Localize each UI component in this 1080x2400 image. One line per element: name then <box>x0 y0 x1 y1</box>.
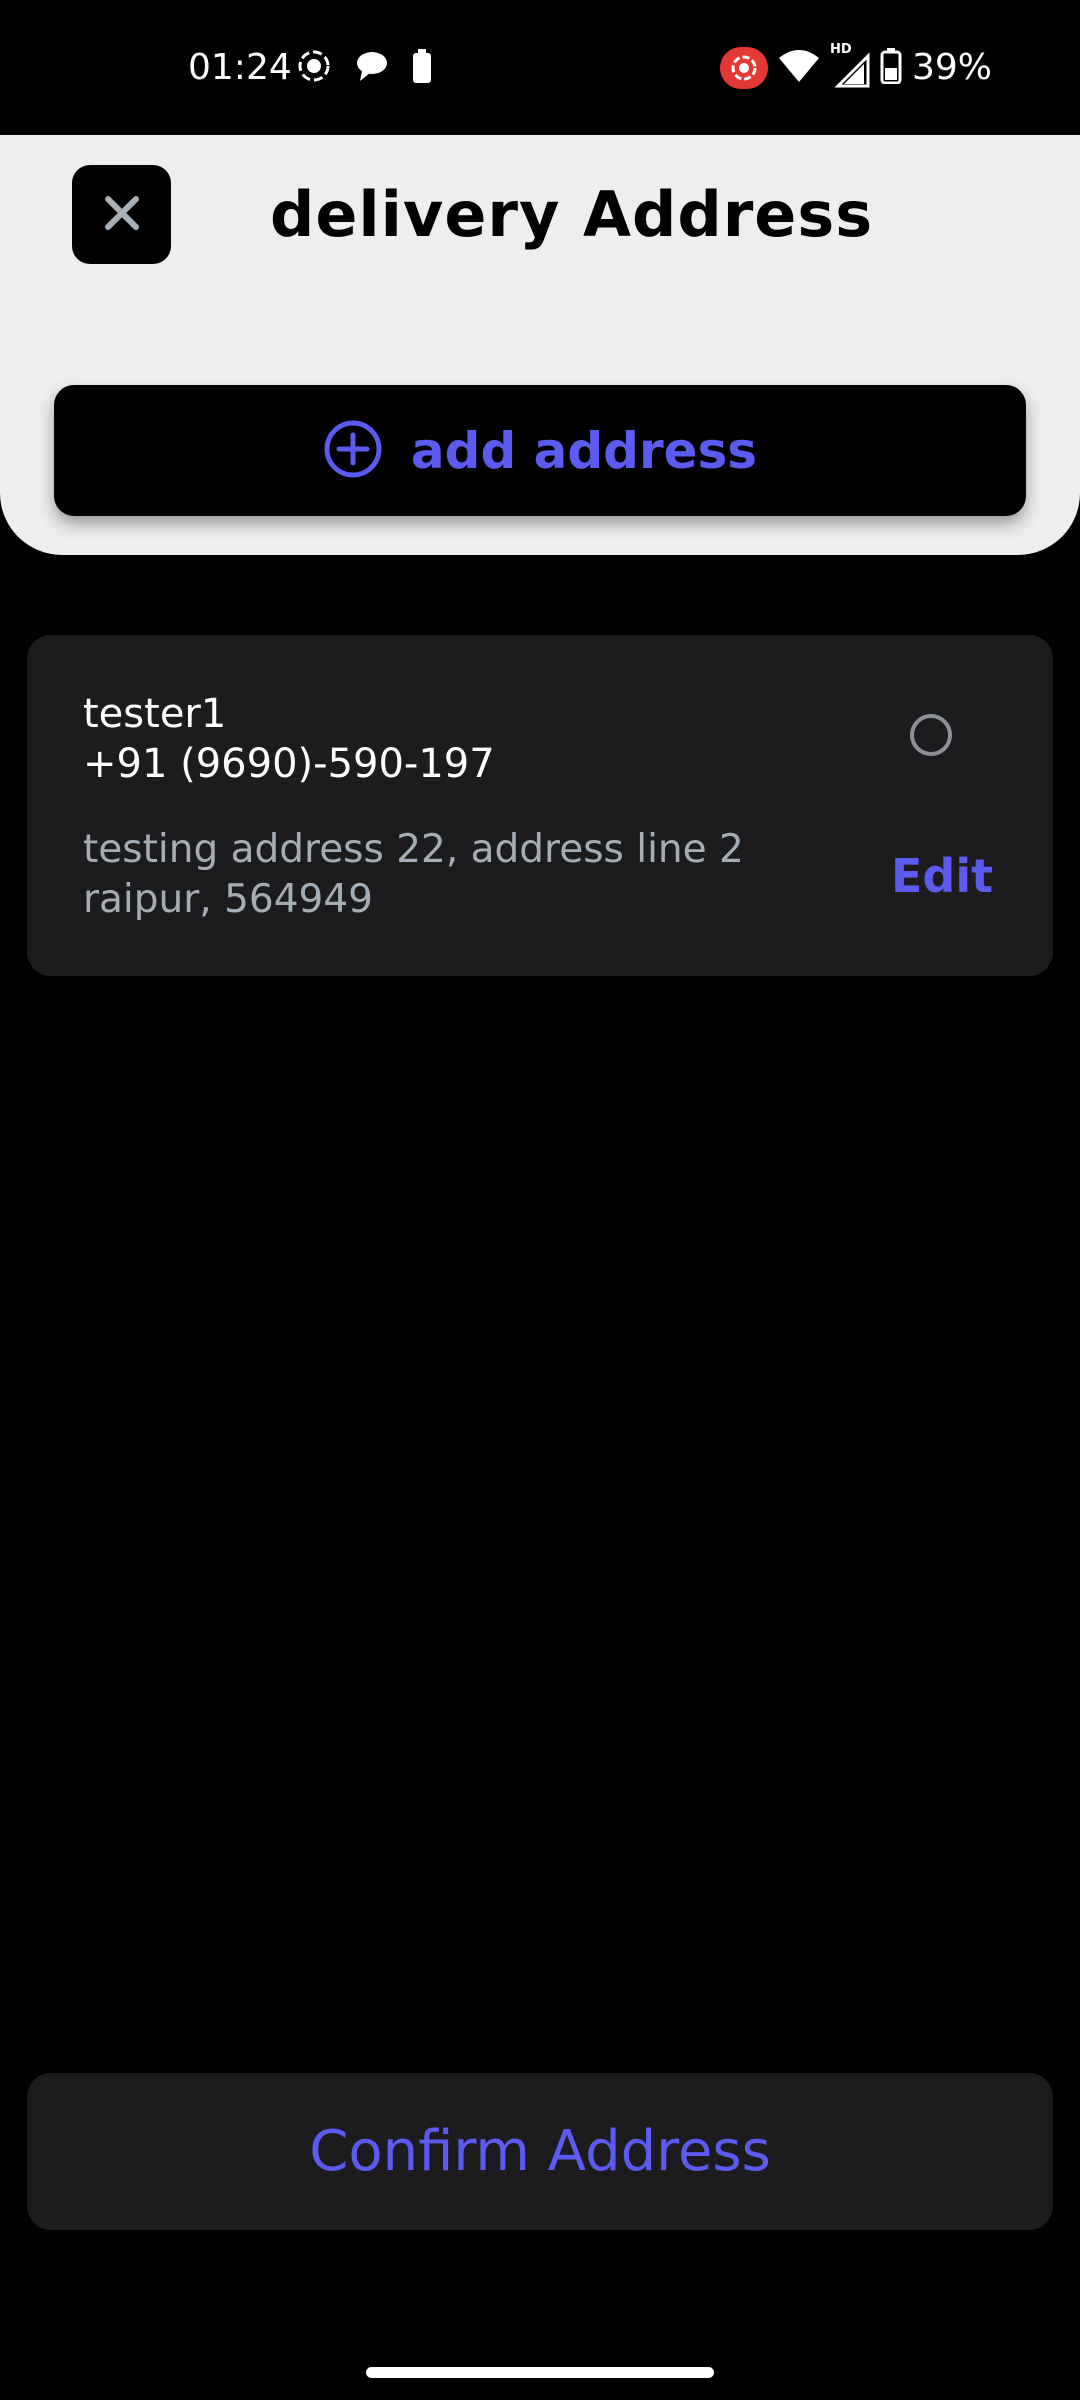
address-line-2: raipur, 564949 <box>83 877 373 922</box>
header-sheet: delivery Address add address <box>0 135 1080 555</box>
hd-signal-icon: HD <box>830 42 870 88</box>
status-bar: 01:24 HD 39% <box>0 0 1080 135</box>
add-address-button[interactable]: add address <box>54 385 1026 516</box>
add-address-label: add address <box>410 421 758 480</box>
confirm-address-button[interactable]: Confirm Address <box>27 2073 1053 2230</box>
status-time: 01:24 <box>188 47 292 88</box>
chat-bubble-icon <box>354 49 390 87</box>
address-phone: +91 (9690)-590-197 <box>83 741 495 787</box>
confirm-address-label: Confirm Address <box>309 2118 771 2184</box>
edit-address-button[interactable]: Edit <box>891 848 993 904</box>
wifi-icon <box>778 48 820 88</box>
battery-small-icon <box>412 49 432 87</box>
address-name: tester1 <box>83 691 227 737</box>
notification-icons <box>296 48 432 88</box>
home-indicator[interactable] <box>366 2367 714 2378</box>
screen-record-icon <box>296 48 332 88</box>
address-select-radio[interactable] <box>910 714 952 756</box>
recording-indicator-icon <box>719 47 768 89</box>
address-line-1: testing address 22, address line 2 <box>83 827 744 872</box>
delivery-address-screen: 01:24 HD 39% delivery Address add addres… <box>0 0 1080 2400</box>
battery-percentage: 39% <box>911 47 992 88</box>
battery-icon <box>880 48 902 88</box>
close-button[interactable] <box>72 165 171 264</box>
system-icons: HD 39% <box>719 42 992 92</box>
plus-circle-icon <box>323 419 383 483</box>
page-title: delivery Address <box>270 178 874 251</box>
close-icon <box>102 193 142 237</box>
address-card[interactable]: tester1 +91 (9690)-590-197 testing addre… <box>27 635 1053 976</box>
